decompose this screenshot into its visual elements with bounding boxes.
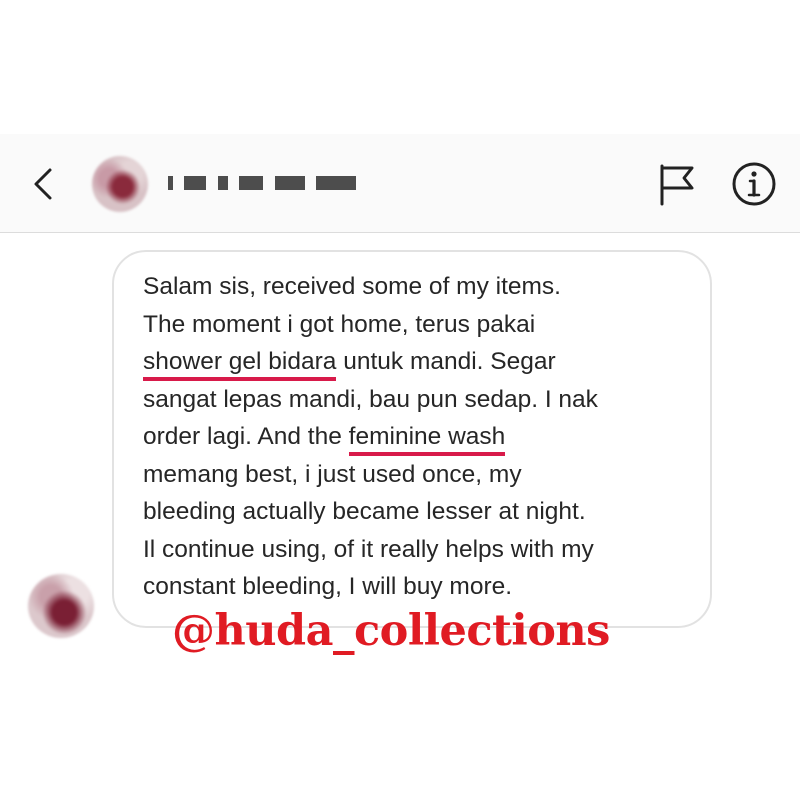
info-button[interactable] xyxy=(730,160,778,208)
report-button[interactable] xyxy=(656,162,698,206)
back-button[interactable] xyxy=(28,164,62,204)
redaction-block xyxy=(274,175,305,190)
flag-icon xyxy=(660,164,694,206)
message-line: constant bleeding, I will buy more. xyxy=(143,573,513,600)
message-line: shower gel bidara untuk mandi. Segar xyxy=(143,343,703,381)
message-line: Salam sis, received some of my items. xyxy=(143,273,561,300)
highlighted-product-shower-gel: shower gel bidara xyxy=(143,348,337,375)
redaction-block xyxy=(168,175,173,190)
watermark-handle: @huda_collections xyxy=(172,606,610,656)
message-text: Salam sis, received some of my items. Th… xyxy=(143,268,703,606)
redaction-block xyxy=(316,175,357,190)
message-line-text: order lagi. And the xyxy=(143,423,349,450)
highlighted-product-feminine-wash: feminine wash xyxy=(348,423,506,450)
chevron-left-icon xyxy=(34,168,52,200)
contact-username-redacted[interactable] xyxy=(168,174,368,194)
message-line-text: untuk mandi. Segar xyxy=(336,348,556,375)
redaction-block xyxy=(217,175,228,190)
info-icon xyxy=(732,162,776,206)
message-line: sangat lepas mandi, bau pun sedap. I nak xyxy=(143,385,598,413)
redaction-block xyxy=(239,175,264,190)
contact-avatar[interactable] xyxy=(92,156,148,212)
redaction-block xyxy=(184,175,207,190)
chat-header xyxy=(0,134,800,233)
message-line: order lagi. And the feminine wash xyxy=(143,418,703,456)
sender-avatar[interactable] xyxy=(28,574,94,638)
message-line: Il continue using, of it really helps wi… xyxy=(143,535,594,563)
message-line: bleeding actually became lesser at night… xyxy=(143,498,586,525)
message-line: memang best, i just used once, my xyxy=(143,460,522,488)
message-line: The moment i got home, terus pakai xyxy=(143,310,536,338)
